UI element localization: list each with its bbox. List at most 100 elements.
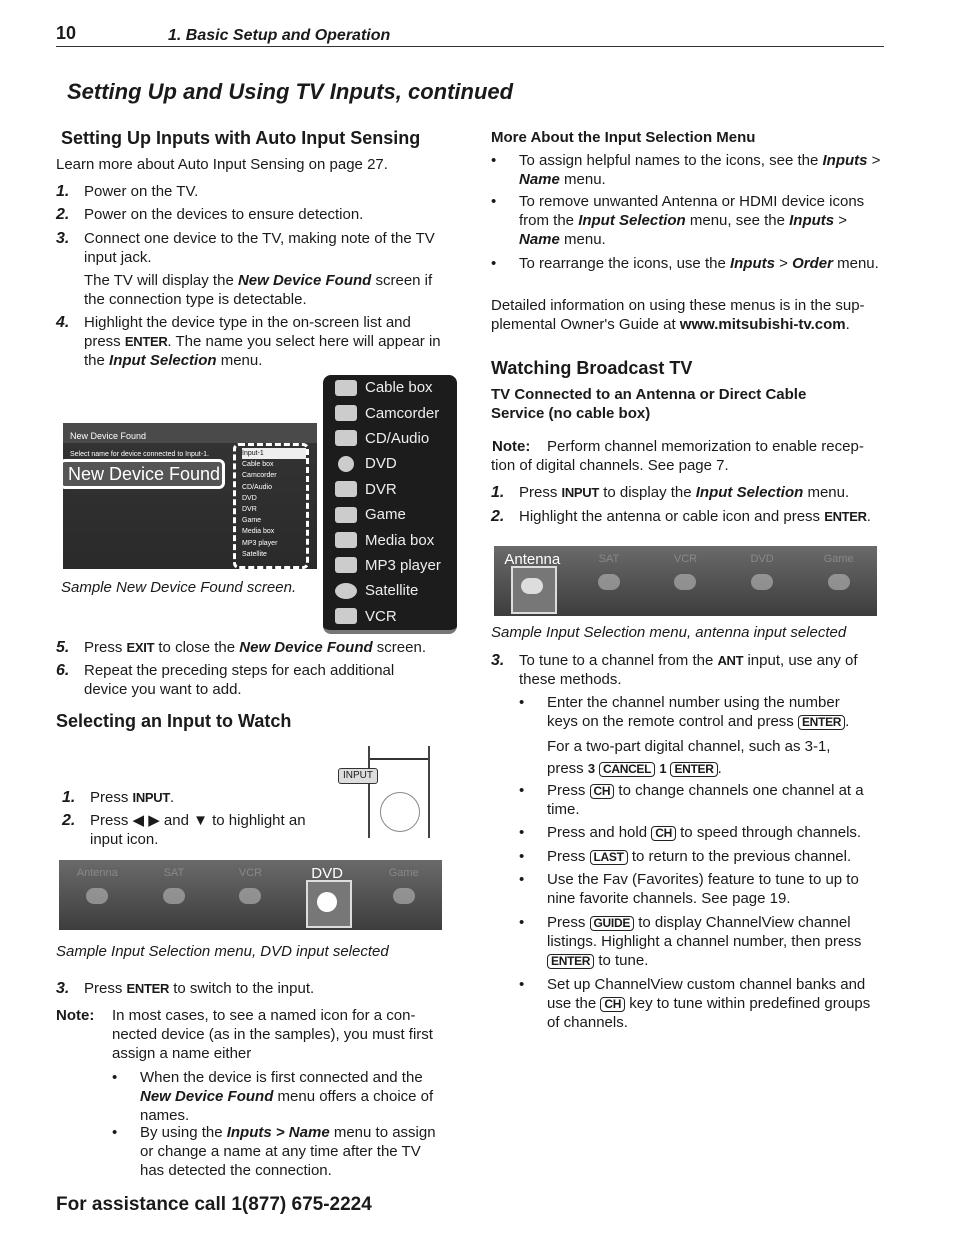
input-game: Game <box>365 860 442 930</box>
input-dvd-selected: DVD <box>289 860 366 930</box>
page-title: Setting Up and Using TV Inputs, continue… <box>67 79 514 104</box>
dvd-icon <box>751 574 774 590</box>
ch-key: CH <box>600 997 626 1012</box>
more-bullet-2: • To remove unwanted Antenna or HDMI devi… <box>491 193 865 248</box>
new-device-caption: Sample New Device Found screen. <box>61 579 297 596</box>
auto-intro: Learn more about Auto Input Sensing on p… <box>56 156 388 173</box>
device-icon-list: Cable box Camcorder CD/Audio DVD DVR Gam… <box>323 375 457 634</box>
antenna-caption: Sample Input Selection menu, antenna inp… <box>491 624 847 641</box>
auto-step-6: 6. Repeat the preceding steps for each ad… <box>56 662 395 698</box>
page-number: 10 <box>56 23 77 43</box>
auto-step-4: 4. Highlight the device type in the on-sc… <box>56 314 441 369</box>
satellite-icon <box>335 582 357 599</box>
antenna-icon <box>86 888 109 904</box>
enter-key: ENTER <box>670 762 718 777</box>
input-sat: SAT <box>136 860 213 930</box>
input-dvd: DVD <box>724 546 801 616</box>
auto-step-3-note: The TV will display the New Device Found… <box>84 272 433 308</box>
vcr-icon <box>335 608 357 625</box>
icon-satellite: Satellite <box>323 578 457 603</box>
website-link[interactable]: www.mitsubishi-tv.com <box>680 316 846 333</box>
select-step-1: 1. Press INPUT. <box>62 789 175 806</box>
auto-step-1: 1. Power on the TV. <box>56 183 199 200</box>
enter-key: ENTER <box>547 954 595 969</box>
assistance-footer: For assistance call 1(877) 675-2224 <box>56 1194 372 1215</box>
vcr-icon <box>674 574 697 590</box>
game-icon <box>392 888 415 904</box>
tune-bullet-4: • Press LAST to return to the previous ch… <box>519 848 852 865</box>
input-selection-menu-dvd: Antenna SAT VCR DVD Game <box>59 860 442 930</box>
tune-bullet-3: • Press and hold CH to speed through chan… <box>519 824 862 841</box>
cd-audio-icon <box>335 430 357 447</box>
note-bullet-1: • When the device is first connected and … <box>112 1069 434 1124</box>
tune-bullet-1: • Enter the channel number using the numb… <box>519 694 850 730</box>
auto-step-5: 5. Press EXIT to close the New Device Fou… <box>56 639 426 656</box>
broadcast-note-text: Perform channel memorization to enable r… <box>491 438 864 474</box>
remote-dpad-icon <box>380 792 420 832</box>
media-box-icon <box>335 532 357 549</box>
antenna-icon <box>521 578 544 594</box>
tune-bullet-7: • Set up ChannelView custom channel banks… <box>519 976 871 1031</box>
auto-step-3: 3. Connect one device to the TV, making n… <box>56 230 435 266</box>
broadcast-step-1: 1. Press INPUT to display the Input Selec… <box>491 484 850 501</box>
input-antenna: Antenna <box>59 860 136 930</box>
section-title: 1. Basic Setup and Operation <box>168 27 391 44</box>
icon-cable-box: Cable box <box>323 375 457 400</box>
icon-camcorder: Camcorder <box>323 400 457 425</box>
input-key-callout: INPUT <box>338 768 378 784</box>
more-bullet-1: • To assign helpful names to the icons, s… <box>491 152 881 188</box>
dvr-icon <box>335 481 357 498</box>
header-rule <box>56 46 884 47</box>
tune-bullet-2: • Press CH to change channels one channel… <box>519 782 864 818</box>
vcr-icon <box>239 888 262 904</box>
dvd-icon <box>317 892 338 912</box>
more-bullet-3: • To rearrange the icons, use the Inputs … <box>491 255 879 272</box>
last-key: LAST <box>589 850 628 865</box>
guide-key: GUIDE <box>589 916 635 931</box>
icon-mp3: MP3 player <box>323 553 457 578</box>
select-heading: Selecting an Input to Watch <box>56 711 292 731</box>
ch-key: CH <box>589 784 615 799</box>
cancel-key: CANCEL <box>598 762 656 777</box>
game-icon <box>335 506 357 523</box>
tune-bullet-6: • Press GUIDE to display ChannelView chan… <box>519 914 862 969</box>
more-detail: Detailed information on using these menu… <box>491 297 865 333</box>
mp3-player-icon <box>335 557 357 574</box>
input-game: Game <box>800 546 877 616</box>
icon-game: Game <box>323 502 457 527</box>
dvd-caption: Sample Input Selection menu, DVD input s… <box>56 943 389 960</box>
icon-dvd: DVD <box>323 451 457 476</box>
icon-media-box: Media box <box>323 527 457 552</box>
camcorder-icon <box>335 405 357 422</box>
game-icon <box>827 574 850 590</box>
satellite-icon <box>162 888 185 904</box>
broadcast-step-3: 3. To tune to a channel from the ANT inpu… <box>491 652 858 688</box>
note-bullet-2: • By using the Inputs > Name menu to assi… <box>112 1124 436 1179</box>
icon-dvr: DVR <box>323 477 457 502</box>
icon-vcr: VCR <box>323 604 457 629</box>
remote-illustration <box>368 746 430 838</box>
broadcast-step-2: 2. Highlight the antenna or cable icon an… <box>491 508 871 525</box>
tune-bullet-5: • Use the Fav (Favorites) feature to tune… <box>519 871 859 907</box>
new-device-found-screenshot: New Device Found Select name for device … <box>63 423 317 569</box>
broadcast-heading: Watching Broadcast TV <box>491 358 693 378</box>
satellite-icon <box>597 574 620 590</box>
select-step-3: 3. Press ENTER to switch to the input. <box>56 980 315 997</box>
tune-two-part: For a two-part digital channel, such as … <box>547 738 831 777</box>
ch-key: CH <box>651 826 676 841</box>
auto-heading: Setting Up Inputs with Auto Input Sensin… <box>61 128 421 148</box>
input-selection-menu-antenna: Antenna SAT VCR DVD Game <box>494 546 877 616</box>
select-step-2: 2. Press ◀ ▶ and ▼ to highlight an input … <box>62 812 306 848</box>
note-label: Note: <box>56 1007 95 1024</box>
input-vcr: VCR <box>647 546 724 616</box>
auto-step-2: 2. Power on the devices to ensure detecti… <box>56 206 364 223</box>
more-heading: More About the Input Selection Menu <box>491 129 756 146</box>
broadcast-subheading: TV Connected to an Antenna or Direct Cab… <box>491 386 807 422</box>
dvd-icon <box>338 455 354 472</box>
input-sat: SAT <box>571 546 648 616</box>
enter-key: ENTER <box>797 715 846 730</box>
cable-box-icon <box>335 379 357 396</box>
icon-cd-audio: CD/Audio <box>323 426 457 451</box>
input-antenna-selected: Antenna <box>494 546 571 616</box>
note-text: In most cases, to see a named icon for a… <box>112 1007 433 1062</box>
